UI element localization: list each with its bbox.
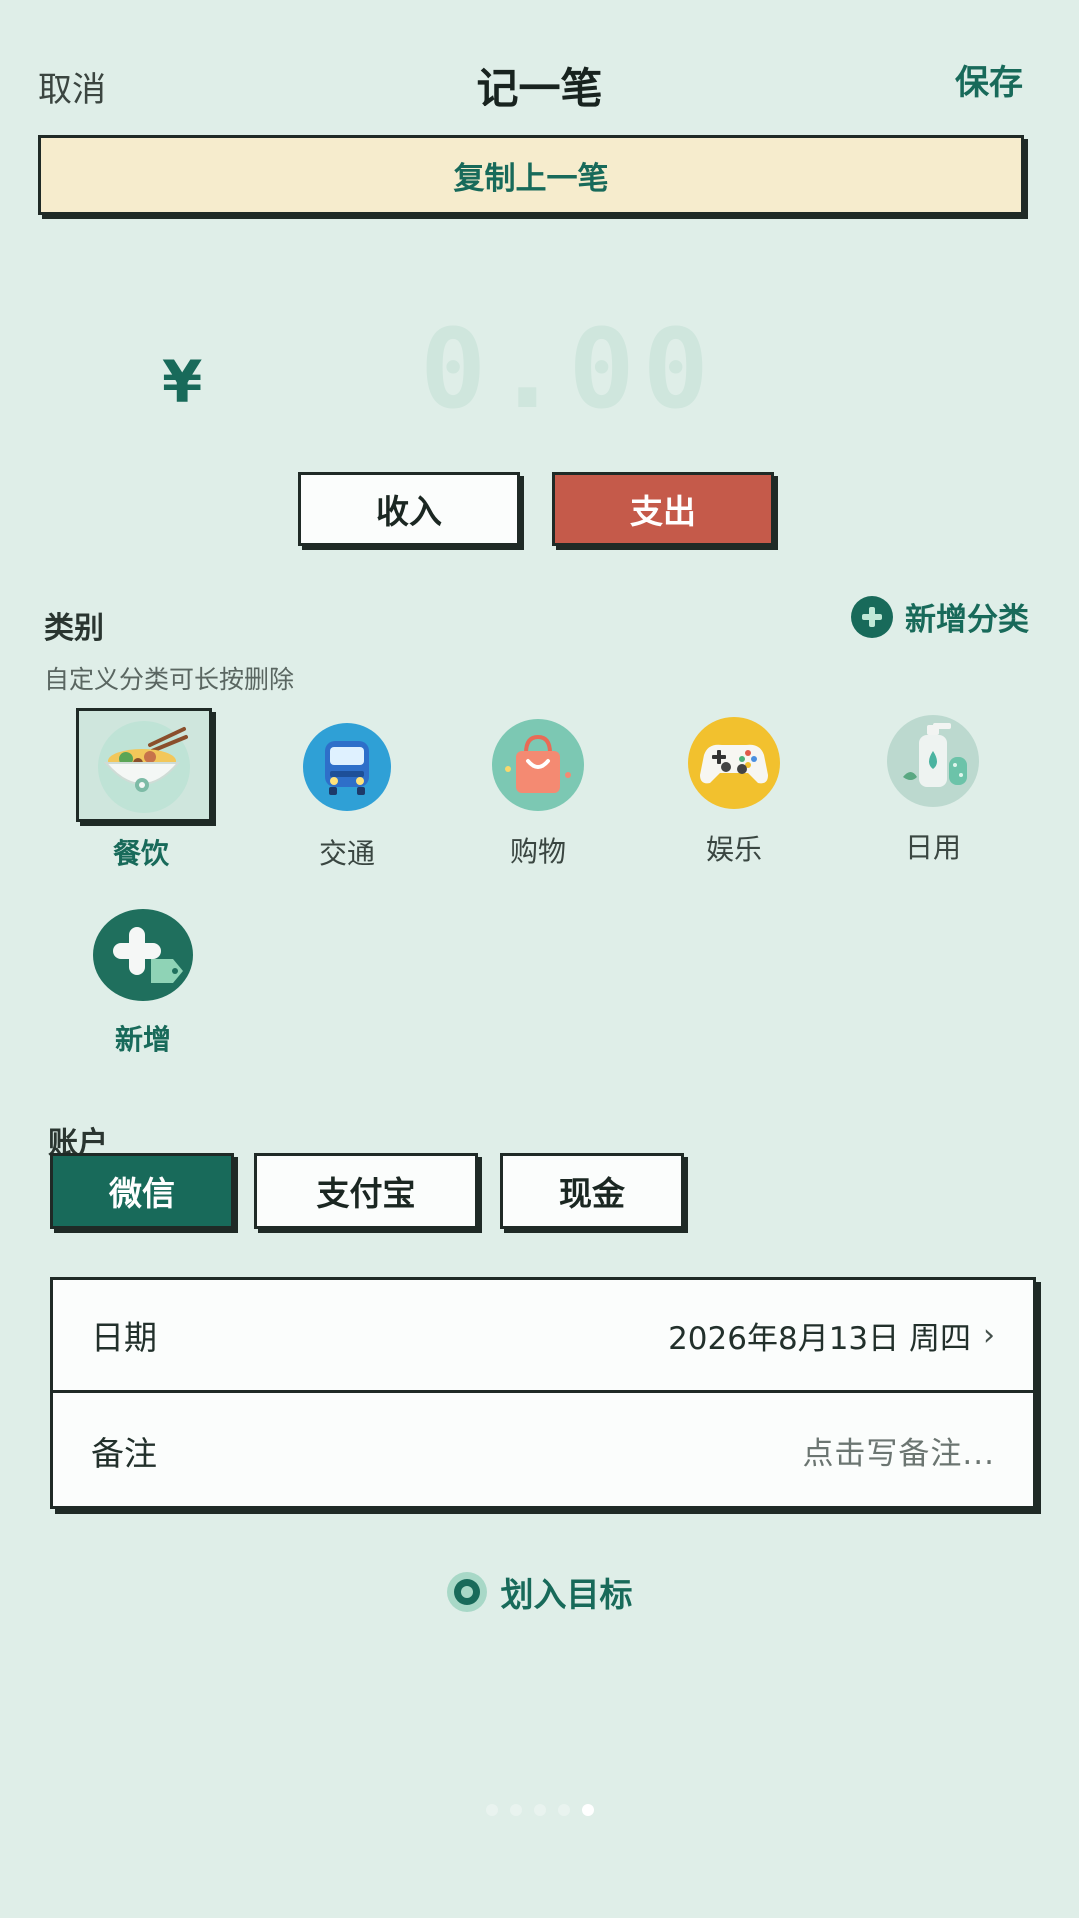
amount-input[interactable]: 0.00 — [420, 305, 717, 433]
page-indicator — [0, 1804, 1079, 1816]
target-icon — [446, 1572, 487, 1612]
account-cash-button[interactable]: 现金 — [500, 1153, 684, 1229]
category-icon-frame — [483, 710, 593, 820]
category-icon-frame — [878, 706, 988, 816]
expense-toggle-button[interactable]: 支出 — [552, 472, 774, 546]
account-wechat-button[interactable]: 微信 — [50, 1153, 234, 1229]
page-dot — [557, 1804, 570, 1816]
category-item-daily[interactable]: 日用 — [868, 706, 998, 866]
details-card: 日期 2026年8月13日 周四 › 备注 点击写备注... — [50, 1277, 1036, 1509]
shopping-bag-icon — [492, 719, 584, 811]
category-label: 购物 — [509, 835, 566, 868]
plus-circle-icon — [851, 595, 893, 638]
date-value: 2026年8月13日 周四 — [668, 1320, 971, 1357]
noodle-bowl-icon — [98, 721, 190, 813]
category-label: 餐饮 — [112, 837, 169, 870]
assign-to-goal-button[interactable]: 划入目标 — [0, 1568, 1079, 1616]
category-icon-frame — [679, 708, 789, 818]
page-dot — [509, 1804, 522, 1816]
date-value-group: 2026年8月13日 周四 › — [668, 1313, 995, 1358]
page-dot — [533, 1804, 546, 1816]
category-item-entertainment[interactable]: 娱乐 — [669, 708, 799, 868]
page-title: 记一笔 — [476, 64, 603, 113]
add-category-label: 新增分类 — [905, 602, 1029, 638]
save-button[interactable]: 保存 — [955, 55, 1023, 104]
date-row[interactable]: 日期 2026年8月13日 周四 › — [53, 1280, 1033, 1393]
note-label: 备注 — [91, 1433, 157, 1473]
chevron-right-icon: › — [983, 1317, 995, 1353]
category-icon-frame — [292, 712, 402, 822]
add-record-screen: 取消 记一笔 保存 复制上一笔 ¥ 0.00 收入 支出 类别 自定义分类可长按… — [0, 0, 1079, 1918]
category-icon-frame — [76, 708, 212, 822]
currency-symbol: ¥ — [162, 348, 203, 416]
add-category-button[interactable]: 新增分类 — [851, 594, 1029, 639]
game-controller-icon — [688, 717, 780, 809]
category-item-add[interactable]: 新增 — [78, 898, 208, 1058]
account-alipay-button[interactable]: 支付宝 — [254, 1153, 478, 1229]
category-icon-frame — [88, 898, 198, 1008]
bus-icon — [303, 723, 391, 811]
copy-last-label: 复制上一笔 — [453, 160, 609, 197]
category-hint: 自定义分类可长按删除 — [44, 665, 295, 694]
date-label: 日期 — [91, 1318, 157, 1357]
page-dot — [485, 1804, 498, 1816]
account-option-label: 支付宝 — [316, 1174, 416, 1213]
account-option-label: 现金 — [559, 1174, 625, 1213]
category-label: 新增 — [114, 1023, 171, 1056]
expense-label: 支出 — [630, 492, 696, 531]
income-toggle-button[interactable]: 收入 — [298, 472, 520, 546]
page-dot-active — [581, 1804, 594, 1816]
account-option-label: 微信 — [109, 1174, 175, 1213]
category-item-transport[interactable]: 交通 — [282, 712, 412, 872]
add-category-icon — [93, 909, 193, 1001]
note-row[interactable]: 备注 点击写备注... — [53, 1394, 1033, 1507]
note-input[interactable]: 点击写备注... — [802, 1428, 995, 1473]
assign-to-goal-label: 划入目标 — [500, 1575, 633, 1614]
category-item-dining[interactable]: 餐饮 — [76, 708, 212, 872]
income-label: 收入 — [376, 492, 442, 531]
copy-last-record-button[interactable]: 复制上一笔 — [38, 135, 1024, 215]
category-section-title: 类别 — [44, 611, 104, 646]
category-label: 娱乐 — [705, 833, 762, 866]
category-label: 交通 — [318, 837, 375, 870]
category-label: 日用 — [904, 831, 961, 864]
category-item-shopping[interactable]: 购物 — [473, 710, 603, 870]
soap-bottle-icon — [887, 715, 979, 807]
